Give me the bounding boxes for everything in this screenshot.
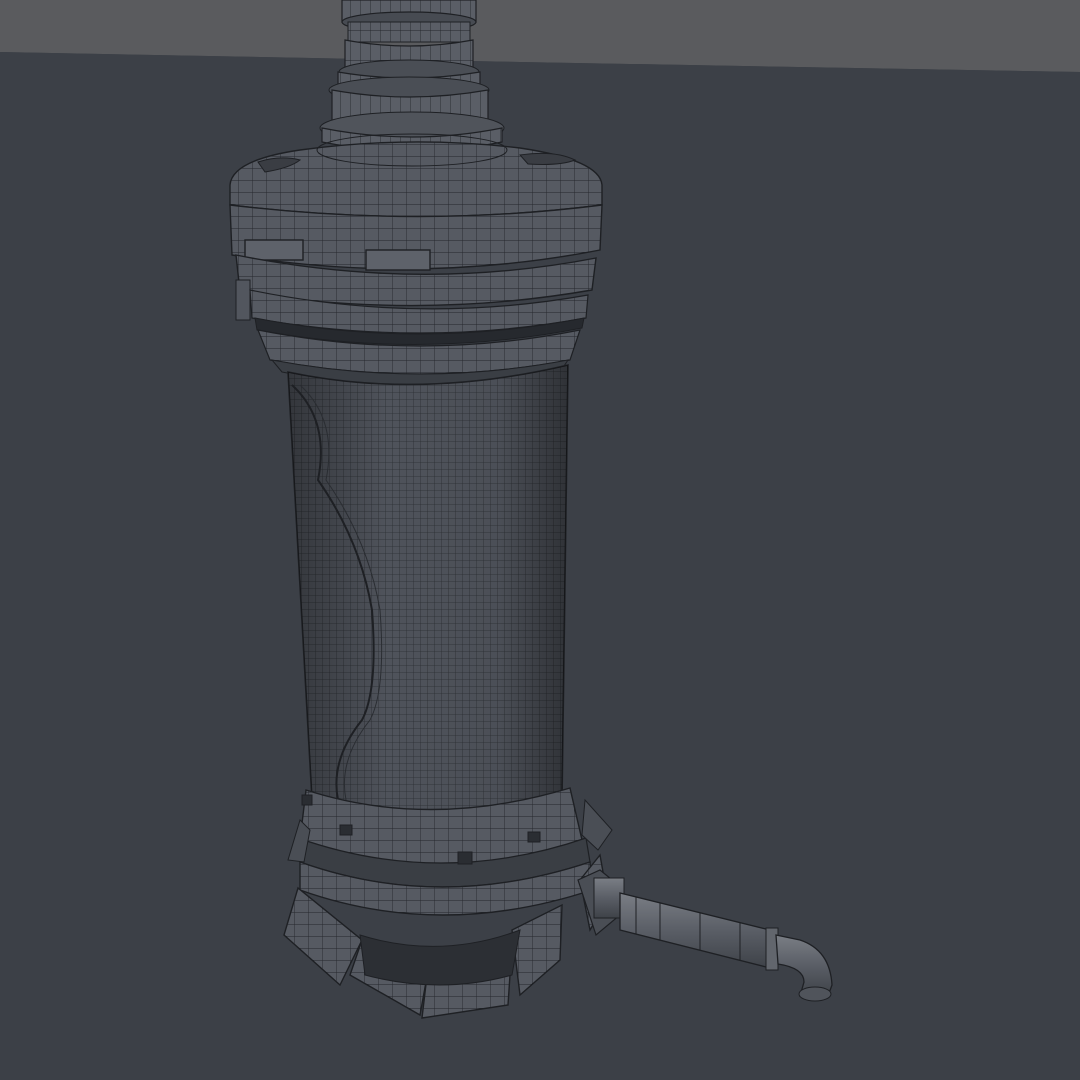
top-pipe[interactable] (341, 0, 477, 43)
3d-viewport[interactable] (0, 0, 1080, 1080)
wireframe-scene[interactable] (0, 0, 1080, 1080)
mesh-tank[interactable] (287, 363, 569, 819)
head-ring[interactable] (229, 204, 603, 387)
